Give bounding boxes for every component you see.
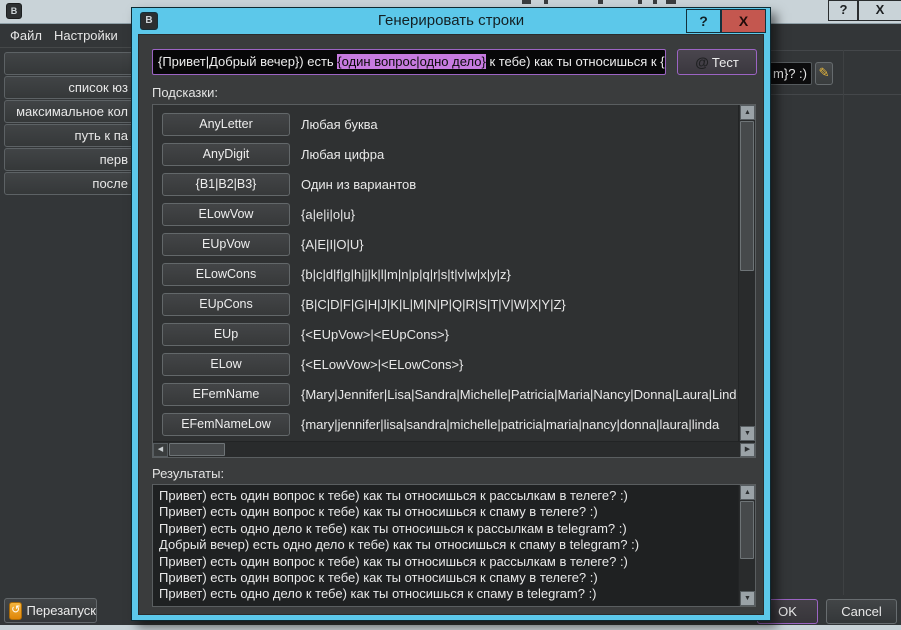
result-line: Привет) есть одно дело к тебе) как ты от… xyxy=(159,586,738,602)
restart-button-label: Перезапуск xyxy=(26,603,96,618)
hints-horizontal-scrollbar[interactable]: ◀ ▶ xyxy=(153,441,755,457)
hint-description: {<EUpVow>|<EUpCons>} xyxy=(301,323,449,346)
screen: B ? X Файл Настройки список юз максималь… xyxy=(0,0,901,630)
test-button-label: Тест xyxy=(712,55,739,70)
cancel-button[interactable]: Cancel xyxy=(826,599,897,624)
window-title-clipped-text xyxy=(666,0,676,4)
hint-token-button[interactable]: EFemNameLow xyxy=(162,413,290,436)
window-frame-bottom xyxy=(0,625,901,630)
hint-token-button[interactable]: EUpCons xyxy=(162,293,290,316)
dialog-icon: B xyxy=(140,12,158,30)
hint-row: EUpCons {B|C|D|F|G|H|J|K|L|M|N|P|Q|R|S|T|… xyxy=(153,293,738,316)
dialog-body: {Привет|Добрый вечер}) есть {один вопрос… xyxy=(138,34,764,615)
hints-vertical-scrollbar[interactable]: ▲ ▼ xyxy=(738,105,755,441)
hint-row: AnyDigit Любая цифра xyxy=(153,143,738,166)
hint-token-button[interactable]: EUp xyxy=(162,323,290,346)
generate-strings-dialog: Генерировать строки B ? X {Привет|Добрый… xyxy=(131,7,771,621)
hint-row: ELowCons {b|c|d|f|g|h|j|k|l|m|n|p|q|r|s|t… xyxy=(153,263,738,286)
hint-description: Один из вариантов xyxy=(301,173,416,196)
menu-settings[interactable]: Настройки xyxy=(54,28,118,43)
hint-token-button[interactable]: ELowVow xyxy=(162,203,290,226)
hint-description: {Mary|Jennifer|Lisa|Sandra|Michelle|Patr… xyxy=(301,383,737,406)
hint-description: {a|e|i|o|u} xyxy=(301,203,355,226)
hint-token-button[interactable]: AnyDigit xyxy=(162,143,290,166)
bg-button-last-label: после xyxy=(5,173,128,194)
scroll-down-icon[interactable]: ▼ xyxy=(740,591,755,606)
menu-file[interactable]: Файл xyxy=(10,28,42,43)
scroll-up-icon[interactable]: ▲ xyxy=(740,105,755,120)
hint-token-button[interactable]: {B1|B2|B3} xyxy=(162,173,290,196)
main-window-help-button[interactable]: ? xyxy=(828,0,859,21)
template-text-selected: {один вопрос|одно дело} xyxy=(337,54,486,69)
results-list[interactable]: Привет) есть один вопрос к тебе) как ты … xyxy=(153,485,738,606)
hint-token-button[interactable]: EUpVow xyxy=(162,233,290,256)
results-vscroll-thumb[interactable] xyxy=(740,501,754,559)
pencil-icon: ✎ xyxy=(819,65,830,80)
window-title-clipped-text xyxy=(522,0,531,4)
hint-row: ELow {<ELowVow>|<ELowCons>} xyxy=(153,353,738,376)
bg-button-first-label: перв xyxy=(5,149,128,170)
scroll-down-icon[interactable]: ▼ xyxy=(740,426,755,441)
hint-description: {b|c|d|f|g|h|j|k|l|m|n|p|q|r|s|t|v|w|x|y… xyxy=(301,263,511,286)
window-title-clipped-text xyxy=(598,0,603,4)
hints-list: AnyLetter Любая буква AnyDigit Любая цифра… xyxy=(153,105,738,441)
hint-description: Любая цифра xyxy=(301,143,384,166)
result-line: Привет) есть один вопрос к тебе) как ты … xyxy=(159,488,738,504)
menu-separator xyxy=(0,47,131,48)
hints-panel: AnyLetter Любая буква AnyDigit Любая цифра… xyxy=(152,104,756,458)
hint-row: EFemName {Mary|Jennifer|Lisa|Sandra|Miche… xyxy=(153,383,738,406)
test-button[interactable]: @ Тест xyxy=(677,49,757,75)
right-panel-divider xyxy=(771,94,901,95)
result-line: Добрый вечер) есть одно дело к тебе) как… xyxy=(159,537,738,553)
results-panel: Привет) есть один вопрос к тебе) как ты … xyxy=(152,484,756,607)
window-title-clipped-text xyxy=(638,0,642,4)
window-title-clipped-text xyxy=(544,0,548,4)
restart-icon: ↺ xyxy=(9,602,22,620)
right-panel-vertical-divider xyxy=(843,50,844,595)
result-line: Привет) есть одно дело к тебе) как ты от… xyxy=(159,521,738,537)
restart-button[interactable]: ↺ Перезапуск xyxy=(4,598,97,623)
right-panel-divider xyxy=(771,50,901,51)
template-text-before: {Привет|Добрый вечер}) есть xyxy=(158,54,337,69)
hint-row: EUp {<EUpVow>|<EUpCons>} xyxy=(153,323,738,346)
hint-row: {B1|B2|B3} Один из вариантов xyxy=(153,173,738,196)
at-icon: @ xyxy=(695,54,709,70)
scroll-up-icon[interactable]: ▲ xyxy=(740,485,755,500)
main-window-close-button[interactable]: X xyxy=(857,0,901,21)
dialog-title: Генерировать строки xyxy=(132,8,770,34)
hint-row: ELowVow {a|e|i|o|u} xyxy=(153,203,738,226)
bg-button-path-label: путь к па xyxy=(5,125,128,146)
hint-token-button[interactable]: ELowCons xyxy=(162,263,290,286)
hint-token-button[interactable]: EFemName xyxy=(162,383,290,406)
results-label: Результаты: xyxy=(152,466,224,481)
hint-description: {<ELowVow>|<ELowCons>} xyxy=(301,353,463,376)
result-line: Привет) есть один вопрос к тебе) как ты … xyxy=(159,554,738,570)
hint-description: {A|E|I|O|U} xyxy=(301,233,364,256)
bg-button-user-list-label: список юз xyxy=(5,77,128,98)
dialog-help-button[interactable]: ? xyxy=(686,9,721,33)
hint-row: EUpVow {A|E|I|O|U} xyxy=(153,233,738,256)
result-line: Привет) есть один вопрос к тебе) как ты … xyxy=(159,570,738,586)
hint-description: {mary|jennifer|lisa|sandra|michelle|patr… xyxy=(301,413,719,436)
hints-hscroll-thumb[interactable] xyxy=(169,443,225,456)
hint-token-button[interactable]: AnyLetter xyxy=(162,113,290,136)
edit-button[interactable]: ✎ xyxy=(815,62,833,85)
template-text-after: к тебе) как ты относишься к { xyxy=(486,54,665,69)
hint-row: AnyLetter Любая буква xyxy=(153,113,738,136)
scroll-left-icon[interactable]: ◀ xyxy=(153,443,168,457)
dialog-close-button[interactable]: X xyxy=(721,9,766,33)
hint-token-button[interactable]: ELow xyxy=(162,353,290,376)
results-vertical-scrollbar[interactable]: ▲ ▼ xyxy=(738,485,755,606)
scroll-right-icon[interactable]: ▶ xyxy=(740,443,755,457)
hint-description: {B|C|D|F|G|H|J|K|L|M|N|P|Q|R|S|T|V|W|X|Y… xyxy=(301,293,566,316)
hints-label: Подсказки: xyxy=(152,85,218,100)
hint-description: Любая буква xyxy=(301,113,378,136)
app-icon: B xyxy=(6,3,22,19)
hints-vscroll-thumb[interactable] xyxy=(740,121,754,271)
window-title-clipped-text xyxy=(653,0,657,4)
bg-button-max-count-label: максимальное кол xyxy=(5,101,128,122)
template-input[interactable]: {Привет|Добрый вечер}) есть {один вопрос… xyxy=(152,49,666,75)
hint-row: EFemNameLow {mary|jennifer|lisa|sandra|mi… xyxy=(153,413,738,436)
result-line: Привет) есть один вопрос к тебе) как ты … xyxy=(159,504,738,520)
